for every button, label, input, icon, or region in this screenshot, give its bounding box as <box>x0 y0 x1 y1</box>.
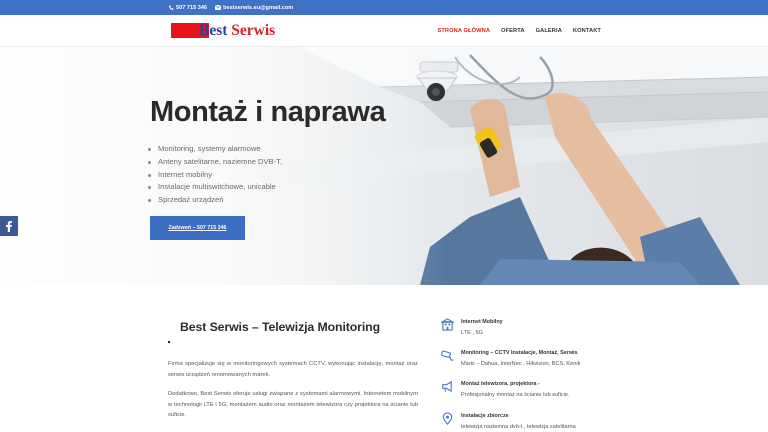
top-bar: 507 715 346 bestserwis.eu@gmail.com <box>0 0 768 15</box>
feature-title: Internet Mobilny <box>461 319 503 325</box>
phone-text: 507 715 346 <box>176 4 208 11</box>
phone-contact[interactable]: 507 715 346 <box>168 5 207 11</box>
email-text: bestserwis.eu@gmail.com <box>223 4 294 11</box>
building-icon <box>441 318 454 331</box>
bullet-marker <box>168 341 170 343</box>
nav-item-strona-glowna[interactable]: STRONA GŁÓWNA <box>437 28 490 34</box>
hero-title: Montaż i naprawa <box>150 96 386 128</box>
envelope-icon <box>215 5 222 10</box>
hero-section: Montaż i naprawa Monitoring, systemy ala… <box>0 47 768 285</box>
email-contact[interactable]: bestserwis.eu@gmail.com <box>215 5 293 11</box>
feature-desc: telewizja naziemna dvb-t , telewizja sat… <box>461 424 576 430</box>
list-item: Anteny satelitarne, naziemne DVB-T, <box>148 156 282 169</box>
logo-word-serwis: Serwis <box>231 22 276 39</box>
cctv-camera-icon <box>441 350 454 361</box>
call-button[interactable]: Zadzwoń – 507 715 346 <box>150 216 245 240</box>
hero-services-list: Monitoring, systemy alarmowe Anteny sate… <box>148 143 282 207</box>
nav-item-oferta[interactable]: OFERTA <box>501 28 525 34</box>
hero-overlay <box>0 47 768 285</box>
phone-icon <box>169 5 174 10</box>
feature-desc: Marki – Dahua, InterNec , Hikvision, BCS… <box>461 361 581 367</box>
feature-desc: Profesjonalny montaż na ścianie lub sufi… <box>461 392 570 398</box>
feature-title: Montaż telewizora, projektora - <box>461 381 540 387</box>
section-title: Best Serwis – Telewizja Monitoring <box>180 320 380 334</box>
facebook-icon <box>6 220 12 232</box>
page: 507 715 346 bestserwis.eu@gmail.com Best… <box>0 0 768 432</box>
site-header: Best Serwis STRONA GŁÓWNA OFERTA GALERIA… <box>0 15 768 47</box>
megaphone-icon <box>442 380 452 393</box>
services-paragraph: Dodatkowo, Best Serwis oferuje usługi zw… <box>168 391 418 418</box>
pin-icon <box>442 412 453 425</box>
list-item: Instalacje multiswitchowe, unicable <box>148 181 282 194</box>
main-nav: STRONA GŁÓWNA OFERTA GALERIA KONTAKT <box>437 15 601 46</box>
logo-text: Best Serwis <box>171 21 275 41</box>
list-item: Internet mobilny <box>148 169 282 182</box>
nav-item-galeria[interactable]: GALERIA <box>536 28 562 34</box>
feature-title: Instalacje zbiorcze <box>461 413 509 419</box>
feature-title: Monitoring – CCTV Instalacje, Montaż, Se… <box>461 350 578 356</box>
list-item: Monitoring, systemy alarmowe <box>148 143 282 156</box>
list-item: Sprzedaż urządzeń <box>148 194 282 207</box>
nav-item-kontakt[interactable]: KONTAKT <box>573 28 601 34</box>
feature-desc: LTE , 5G <box>461 330 483 336</box>
facebook-button[interactable] <box>0 216 18 236</box>
logo[interactable]: Best Serwis <box>171 21 275 41</box>
intro-paragraph: Firma specjalizuje się w monitoringowych… <box>168 361 418 378</box>
logo-word-best: Best <box>199 22 228 39</box>
